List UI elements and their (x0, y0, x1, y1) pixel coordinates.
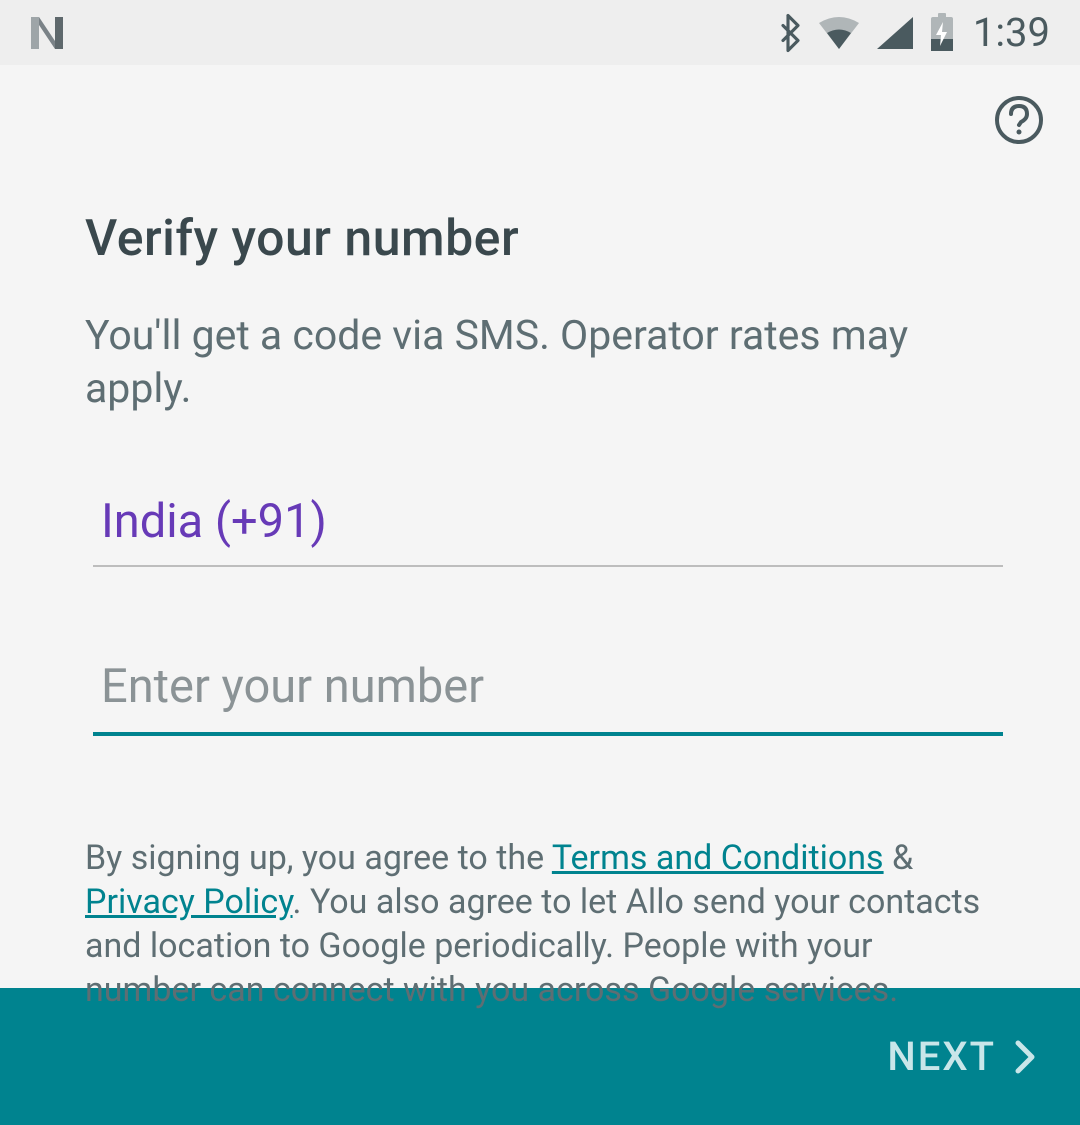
status-left (25, 11, 69, 55)
page-subtitle: You'll get a code via SMS. Operator rate… (85, 310, 995, 417)
battery-charging-icon (929, 13, 955, 53)
terms-text: By signing up, you agree to the Terms an… (85, 836, 995, 1013)
help-icon (994, 95, 1044, 145)
chevron-right-icon (1014, 1039, 1038, 1075)
android-n-icon (25, 11, 69, 55)
status-right: 1:39 (773, 9, 1050, 56)
phone-input-wrapper (93, 657, 1003, 736)
cellular-signal-icon (875, 15, 915, 51)
next-button-label: NEXT (887, 1033, 996, 1080)
privacy-policy-link[interactable]: Privacy Policy (85, 882, 293, 922)
status-time: 1:39 (973, 9, 1050, 56)
terms-conditions-link[interactable]: Terms and Conditions (552, 838, 884, 878)
status-bar: 1:39 (0, 0, 1080, 65)
terms-amp: & (884, 838, 914, 878)
content-area: Verify your number You'll get a code via… (0, 65, 1080, 988)
next-button[interactable]: NEXT (887, 1033, 1038, 1080)
help-button[interactable] (994, 95, 1044, 145)
terms-prefix: By signing up, you agree to the (85, 838, 552, 878)
country-code-select[interactable]: India (+91) (93, 492, 1003, 567)
bluetooth-icon (773, 13, 803, 53)
page-title: Verify your number (85, 65, 995, 268)
phone-number-input[interactable] (101, 659, 995, 714)
wifi-icon (817, 15, 861, 51)
